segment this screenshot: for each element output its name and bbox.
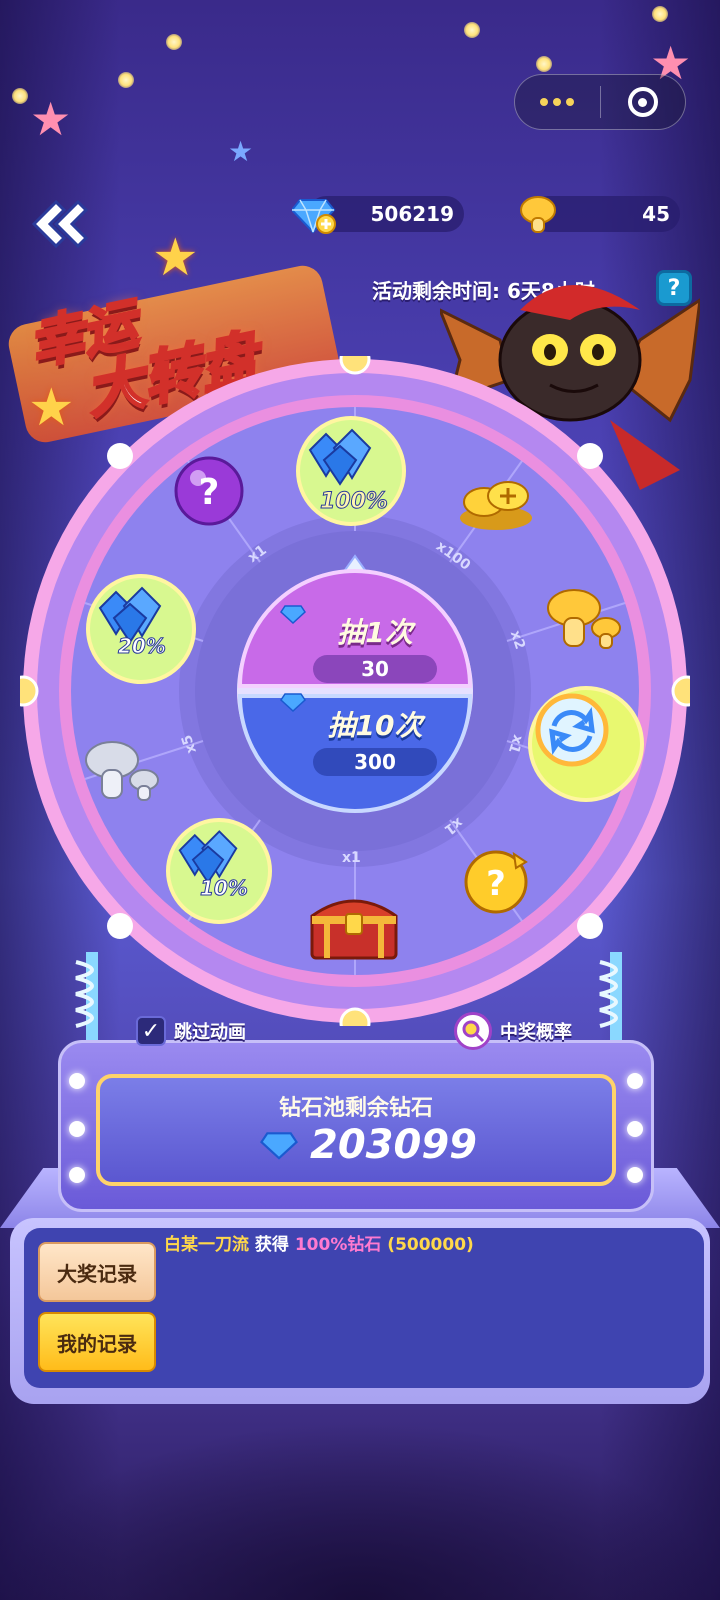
diamond-pile-icon (308, 428, 372, 486)
diamond-balance-value: 506219 (370, 202, 455, 226)
record-amount: (500000) (387, 1235, 474, 1255)
gold-coins-icon (460, 481, 532, 530)
string-light (464, 22, 480, 38)
win-odds-button[interactable]: 中奖概率 (454, 1012, 572, 1050)
diamond-pool-value: 203099 (310, 1122, 477, 1168)
records-feed: 大奖记录 我的记录 白某一刀流 获得 100%钻石 (500000) (24, 1228, 704, 1388)
string-light (536, 56, 552, 72)
diamond-icon (280, 605, 306, 624)
treasure-chest-icon (310, 899, 398, 960)
record-entry: 白某一刀流 获得 100%钻石 (500000) (164, 1230, 474, 1255)
prize-label-10: 10% (200, 876, 249, 901)
svg-text:?: ? (486, 864, 506, 904)
string-light (118, 72, 134, 88)
stage-bulb (69, 1167, 85, 1183)
magnifier-icon (454, 1012, 492, 1050)
multiplier-label: x1 (342, 850, 361, 866)
refresh-orb-icon (535, 693, 609, 767)
close-miniprogram-button[interactable] (601, 75, 686, 129)
spring-pole-right (599, 952, 622, 1042)
gold-mushroom-icon (520, 196, 556, 233)
mystery-orb-icon: ? (174, 456, 244, 526)
pink-star-icon: ★ (30, 92, 72, 146)
my-records-tab[interactable]: 我的记录 (38, 1312, 156, 1372)
prize-diamond-100: 100% (296, 416, 406, 526)
string-light (652, 6, 668, 22)
records-panel: 大奖记录 我的记录 白某一刀流 获得 100%钻石 (500000) (10, 1218, 710, 1404)
diamond-pool-title: 钻石池剩余钻石 (278, 1096, 433, 1121)
stage-bulb (69, 1073, 85, 1089)
record-verb: 获得 (254, 1235, 289, 1255)
string-light (12, 88, 28, 104)
mini-program-capsule (514, 74, 686, 130)
target-ring-icon (627, 87, 658, 117)
more-dots-icon (540, 98, 575, 106)
diamond-icon (260, 1132, 298, 1160)
silver-mushroom-icon (85, 741, 159, 801)
stage-bulb (69, 1121, 85, 1137)
gold-mushroom-icon (547, 589, 621, 649)
prize-diamond-10: 10% (166, 818, 272, 924)
prize-wheel: ? 100% ? 10% 20% x1 x100 x2 x1 x1 x1 x5 … (20, 356, 690, 1026)
draw-ten-label: 抽10次 (327, 709, 423, 742)
draw-once-cost-value: 30 (361, 657, 389, 681)
prize-label-20: 20% (118, 634, 167, 659)
skip-animation-label: 跳过动画 (174, 1022, 246, 1043)
prize-diamond-20: 20% (86, 574, 196, 684)
draw-ten-button[interactable]: 抽10次 300 (280, 692, 470, 788)
svg-text:?: ? (199, 472, 220, 513)
draw-once-button[interactable]: 抽1次 30 (280, 604, 470, 690)
record-prize: 100%钻石 (294, 1235, 382, 1255)
title-star-icon: ★ (152, 228, 199, 288)
win-odds-label: 中奖概率 (500, 1022, 572, 1043)
more-button[interactable] (515, 75, 600, 129)
skip-animation-checkbox[interactable]: ✓ (136, 1016, 166, 1046)
grand-prize-records-tab[interactable]: 大奖记录 (38, 1242, 156, 1302)
skip-animation-toggle[interactable]: ✓ 跳过动画 (136, 1016, 246, 1046)
draw-ten-cost-value: 300 (354, 750, 396, 774)
draw-once-cost: 30 (280, 605, 437, 683)
stage-bulb (627, 1073, 643, 1089)
string-light (166, 34, 182, 50)
gold-mystery-icon: ? (464, 850, 528, 914)
prize-refresh-orb (528, 686, 644, 802)
diamond-icon (280, 693, 306, 712)
blue-star-icon: ★ (228, 135, 254, 168)
record-winner: 白某一刀流 (164, 1235, 249, 1255)
stage-bulb (627, 1167, 643, 1183)
draw-ten-cost: 300 (280, 693, 437, 776)
spring-pole-left (75, 952, 98, 1042)
prize-label-100: 100% (320, 489, 389, 515)
stage-bulb (627, 1121, 643, 1137)
diamond-pool-panel: 钻石池剩余钻石 203099 (96, 1074, 616, 1186)
stage-floor (0, 1420, 720, 1600)
draw-once-label: 抽1次 (337, 616, 413, 649)
mushroom-balance-value: 45 (642, 202, 670, 226)
